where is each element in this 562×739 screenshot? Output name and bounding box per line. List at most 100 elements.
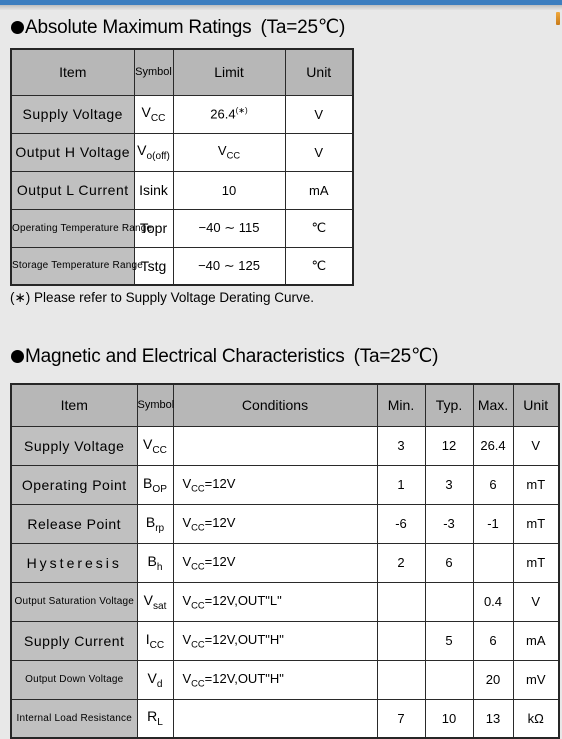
cond-base: V xyxy=(182,553,192,569)
cell-unit: mT xyxy=(512,542,560,583)
cell-symbol: BOP xyxy=(136,464,174,505)
table-row: Operating Point BOP VCC=12V 1 3 6 mT xyxy=(10,464,560,505)
cell-item: Internal Load Resistance xyxy=(10,698,138,739)
cell-symbol: ICC xyxy=(136,620,174,661)
cell-typ: 12 xyxy=(424,425,474,466)
cell-conditions: VCC=12V,OUT"H" xyxy=(172,620,378,661)
cell-conditions: VCC=12V,OUT"L" xyxy=(172,581,378,622)
cell-limit: −40 ∼ 115 xyxy=(172,208,286,248)
section-heading-magnetic-electrical-characteristics: Magnetic and Electrical Characteristics (… xyxy=(11,345,438,368)
limit-subscript: CC xyxy=(226,150,241,161)
table-row: Release Point Brp VCC=12V -6 -3 -1 mT xyxy=(10,503,560,544)
cell-unit: V xyxy=(512,581,560,622)
cell-item: Supply Current xyxy=(10,620,138,661)
cell-unit: V xyxy=(284,132,354,172)
cell-unit: mT xyxy=(512,464,560,505)
symbol-subscript: OP xyxy=(152,483,167,495)
column-header-conditions: Conditions xyxy=(172,383,378,427)
symbol-subscript: rp xyxy=(155,522,165,534)
cell-symbol: VCC xyxy=(136,425,174,466)
symbol-subscript: sat xyxy=(152,600,167,612)
table-magnetic-electrical-characteristics: Item Symbol Conditions Min. Typ. Max. Un… xyxy=(10,383,560,739)
column-header-unit: Unit xyxy=(284,48,354,96)
table-header-row: Item Symbol Conditions Min. Typ. Max. Un… xyxy=(10,383,560,427)
cell-item: Operating Point xyxy=(10,464,138,505)
footnote-marker: (∗) xyxy=(235,106,248,116)
table-row: Supply Current ICC VCC=12V,OUT"H" 5 6 mA xyxy=(10,620,560,661)
table-row: Storage Temperature Range Tstg −40 ∼ 125… xyxy=(10,246,354,286)
cell-min: 7 xyxy=(376,698,426,739)
cond-subscript: CC xyxy=(191,522,205,533)
cell-conditions xyxy=(172,698,378,739)
cell-unit: kΩ xyxy=(512,698,560,739)
symbol-base: B xyxy=(145,513,156,530)
cell-conditions xyxy=(172,425,378,466)
cond-tail: =12V,OUT"L" xyxy=(204,592,282,608)
cell-item: Output L Current xyxy=(10,170,135,210)
symbol-base: V xyxy=(147,669,157,686)
section-condition: (Ta=25℃) xyxy=(353,346,439,367)
cell-symbol: Vo(off) xyxy=(133,132,174,172)
cond-base: V xyxy=(182,475,192,491)
symbol-base: B xyxy=(143,474,153,491)
cell-max: 6 xyxy=(472,620,514,661)
cell-max: 0.4 xyxy=(472,581,514,622)
cell-limit: −40 ∼ 125 xyxy=(172,246,286,286)
cell-item: Output H Voltage xyxy=(10,132,135,172)
symbol-subscript: o(off) xyxy=(146,150,170,162)
cell-item: Output Down Voltage xyxy=(10,659,138,700)
cond-base: V xyxy=(182,631,192,647)
cell-typ: 5 xyxy=(424,620,474,661)
cond-base: V xyxy=(182,670,192,686)
cell-typ xyxy=(424,581,474,622)
cell-limit: 10 xyxy=(172,170,286,210)
cell-unit: V xyxy=(512,425,560,466)
cell-symbol: Vd xyxy=(136,659,174,700)
cond-subscript: CC xyxy=(191,561,205,572)
cell-typ: 6 xyxy=(424,542,474,583)
cond-tail: =12V,OUT"H" xyxy=(204,670,284,686)
cell-max: 20 xyxy=(472,659,514,700)
cell-item: Storage Temperature Range xyxy=(10,246,143,286)
cell-max: 6 xyxy=(472,464,514,505)
cond-subscript: CC xyxy=(191,678,205,689)
cell-symbol: RL xyxy=(136,698,174,739)
cond-tail: =12V xyxy=(204,553,236,569)
cell-min xyxy=(376,659,426,700)
cell-symbol: Bh xyxy=(136,542,174,583)
bullet-dot-icon xyxy=(11,21,24,34)
cond-base: V xyxy=(182,514,192,530)
cell-min: 3 xyxy=(376,425,426,466)
cond-base: V xyxy=(182,592,192,608)
symbol-subscript: d xyxy=(156,678,163,690)
symbol-base: R xyxy=(147,708,158,725)
cell-unit: mA xyxy=(284,170,354,210)
cell-conditions: VCC=12V xyxy=(172,503,378,544)
cell-max: 26.4 xyxy=(472,425,514,466)
table-row: Operating Temperature Range Topr −40 ∼ 1… xyxy=(10,208,354,248)
cell-unit: ℃ xyxy=(284,246,354,286)
cell-unit: mT xyxy=(512,503,560,544)
cell-unit: ℃ xyxy=(284,208,354,248)
table-row: Output Saturation Voltage Vsat VCC=12V,O… xyxy=(10,581,560,622)
cell-symbol: Vsat xyxy=(136,581,174,622)
bullet-dot-icon xyxy=(11,350,24,363)
cell-max: 13 xyxy=(472,698,514,739)
cell-item: Release Point xyxy=(10,503,138,544)
cond-tail: =12V,OUT"H" xyxy=(204,631,284,647)
symbol-subscript: L xyxy=(157,717,163,729)
cell-unit: mV xyxy=(512,659,560,700)
symbol-subscript: CC xyxy=(152,444,167,456)
cell-symbol: Topr xyxy=(133,208,174,248)
table-row: Internal Load Resistance RL 7 10 13 kΩ xyxy=(10,698,560,739)
symbol-subscript: h xyxy=(156,561,163,573)
table-absolute-maximum-ratings: Item Symbol Limit Unit Supply Voltage VC… xyxy=(10,48,354,286)
column-header-unit: Unit xyxy=(512,383,560,427)
cell-limit: VCC xyxy=(172,132,286,172)
cell-min: 2 xyxy=(376,542,426,583)
cell-limit: 26.4(∗) xyxy=(172,94,286,134)
column-header-typ: Typ. xyxy=(424,383,474,427)
cell-typ: 10 xyxy=(424,698,474,739)
cell-typ: -3 xyxy=(424,503,474,544)
cond-tail: =12V xyxy=(204,514,236,530)
